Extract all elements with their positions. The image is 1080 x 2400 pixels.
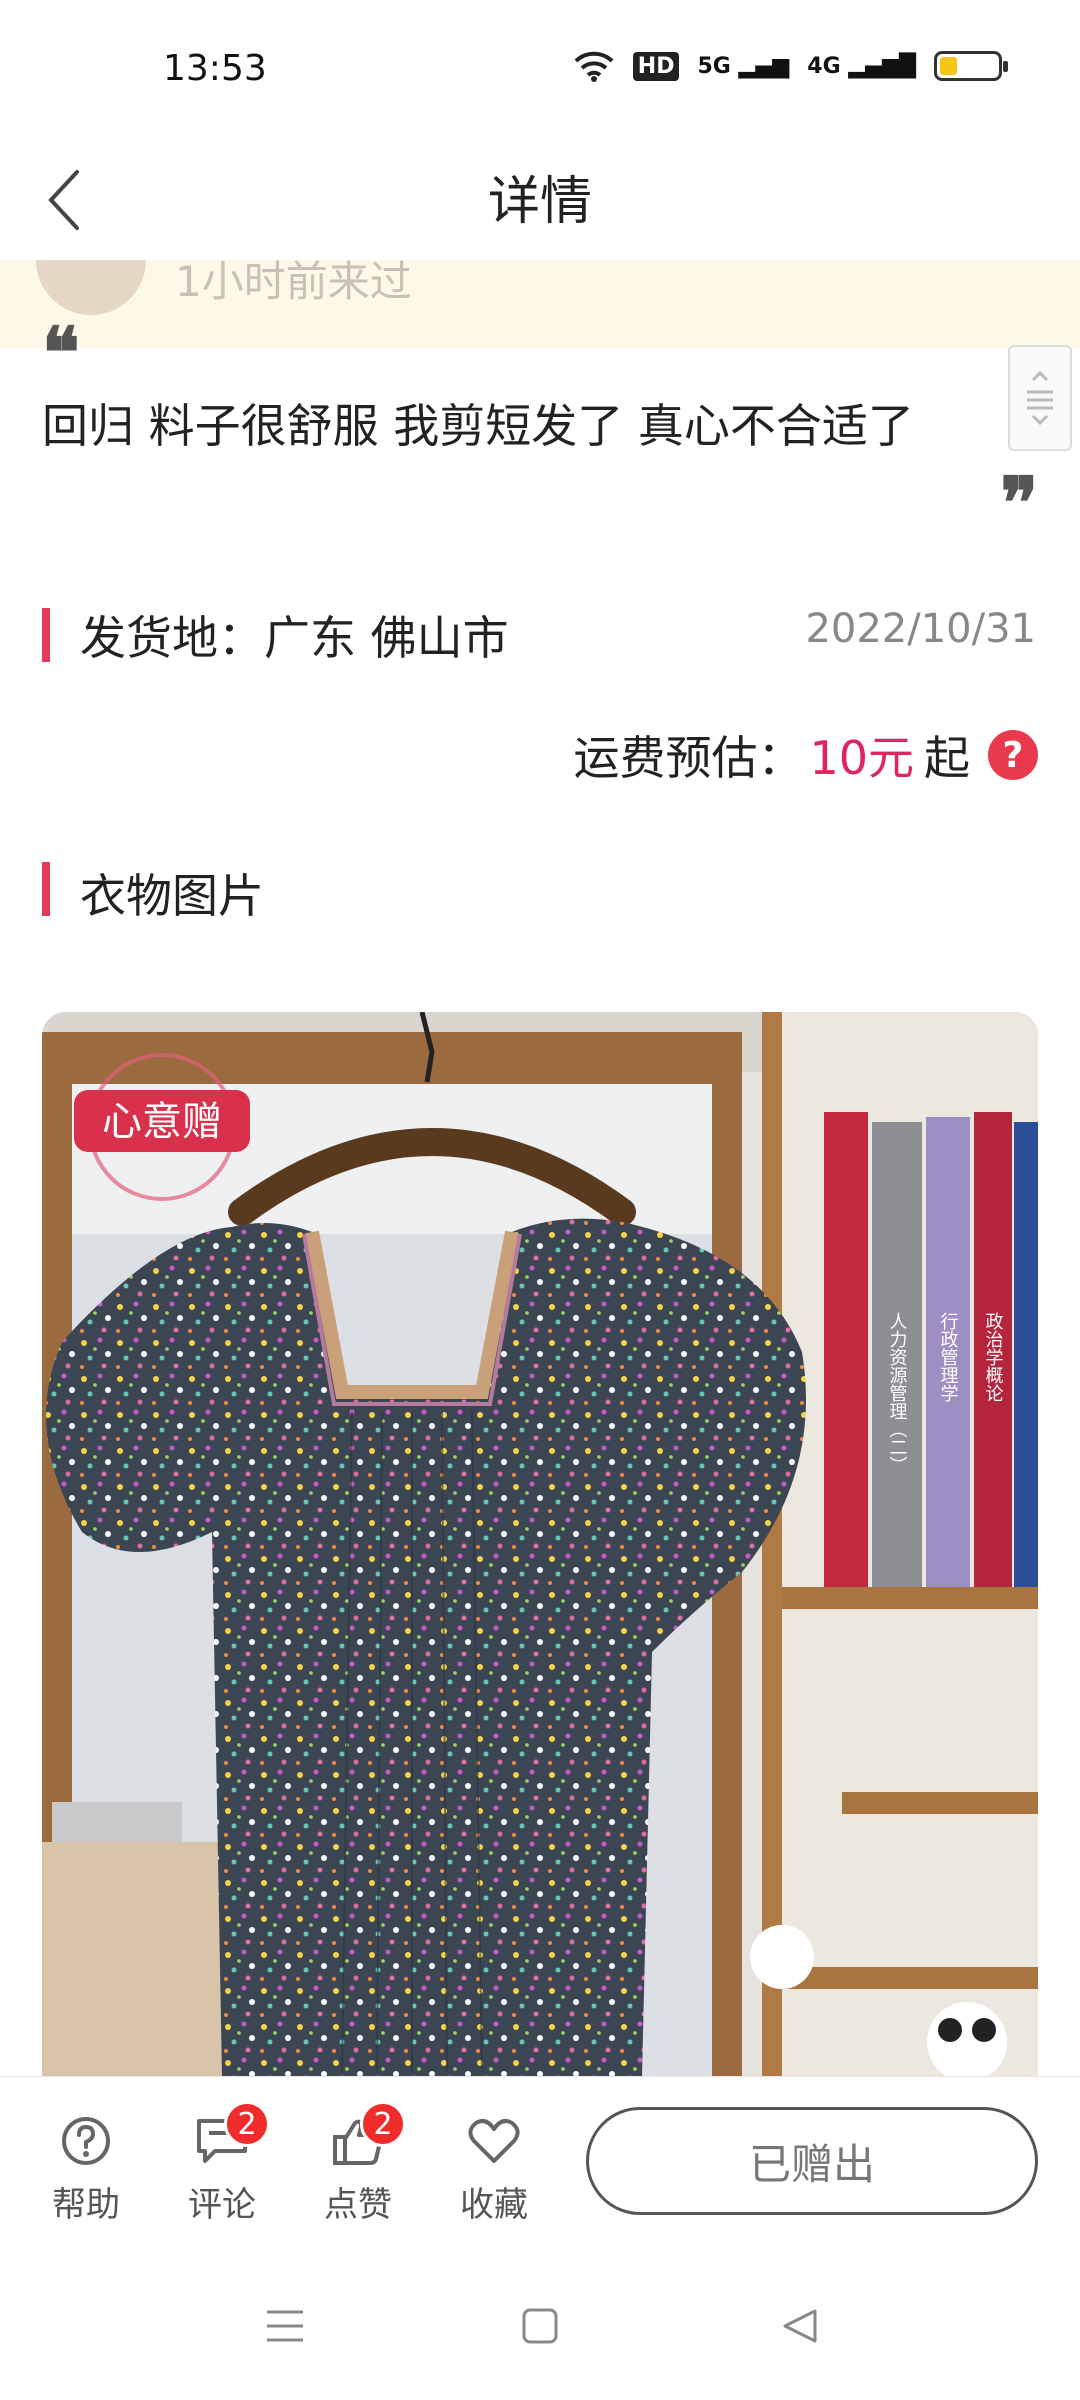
avatar[interactable] [36,260,146,315]
hd-icon: HD [632,51,680,81]
ship-origin: 发货地：广东 佛山市 [80,611,509,665]
favorite-label: 收藏 [460,2185,528,2225]
page-title: 详情 [487,172,592,232]
book-title-1: 人力资源管理（二） [887,1312,908,1474]
section-marker [42,608,50,662]
fee-suffix: 起 [924,731,970,785]
signal-4g-icon: 4G ▂▄▆█ [807,53,916,79]
user-banner: 1小时前来过 [0,260,1080,348]
like-button[interactable]: 2 点赞 [308,2101,408,2226]
status-icons: HD 5G ▂▄▆ 4G ▂▄▆█ [573,50,1008,82]
gift-stamp: 心意赠 [102,1099,222,1145]
shipping-fee-row: 运费预估： 10元 起 ? [573,722,1038,788]
net1-label: 5G [697,53,731,79]
system-back-button[interactable] [760,2286,840,2366]
wifi-icon [574,51,614,82]
section-marker [42,862,50,916]
last-visit-text: 1小时前来过 [175,260,412,306]
help-label: 帮助 [52,2185,120,2225]
nav-bar: 详情 [0,145,1080,260]
question-circle-icon [62,2117,110,2165]
drag-handle-icon [1027,370,1053,426]
photo-illustration: 人力资源管理（二） 行政管理学 政治学概论 心意赠 [42,1012,1038,2076]
fee-help-icon[interactable]: ? [988,730,1038,780]
help-button[interactable]: 帮助 [36,2109,136,2226]
battery-fill [940,57,957,75]
clothing-photo[interactable]: 人力资源管理（二） 行政管理学 政治学概论 心意赠 [42,1012,1038,2076]
system-nav-bar [0,2246,1080,2400]
triangle-back-icon [783,2309,817,2343]
heart-icon [468,2119,520,2163]
comment-button[interactable]: 2 评论 [172,2101,272,2226]
status-time: 13:53 [163,48,267,89]
battery-icon [934,51,1008,81]
square-icon [522,2308,558,2344]
comment-label: 评论 [188,2185,256,2225]
favorite-button[interactable]: 收藏 [444,2109,544,2226]
like-count-badge: 2 [360,2101,406,2147]
book-title-2: 行政管理学 [938,1312,959,1402]
menu-button[interactable] [245,2286,325,2366]
comment-count-badge: 2 [224,2101,270,2147]
given-away-button[interactable]: 已赠出 [586,2107,1038,2215]
home-button[interactable] [500,2286,580,2366]
status-bar: 13:53 HD 5G ▂▄▆ 4G ▂▄▆█ [0,0,1080,145]
post-date: 2022/10/31 [805,606,1036,652]
menu-icon [267,2310,303,2342]
photos-title: 衣物图片 [80,869,264,923]
signal-5g-icon: 5G ▂▄▆ [697,53,790,79]
bottom-action-bar: 帮助 2 评论 2 点赞 收藏 已赠出 [0,2076,1080,2246]
scroll-handle[interactable] [1008,345,1072,451]
net2-label: 4G [807,53,841,79]
fee-amount: 10元 [809,731,914,785]
fee-label: 运费预估： [573,731,804,785]
comment-text: 回归 料子很舒服 我剪短发了 真心不合适了 [42,399,914,453]
close-quote-icon: ❞ [1000,461,1038,544]
open-quote-icon: ❝ [42,311,80,394]
like-label: 点赞 [324,2185,392,2225]
book-title-3: 政治学概论 [983,1312,1004,1402]
